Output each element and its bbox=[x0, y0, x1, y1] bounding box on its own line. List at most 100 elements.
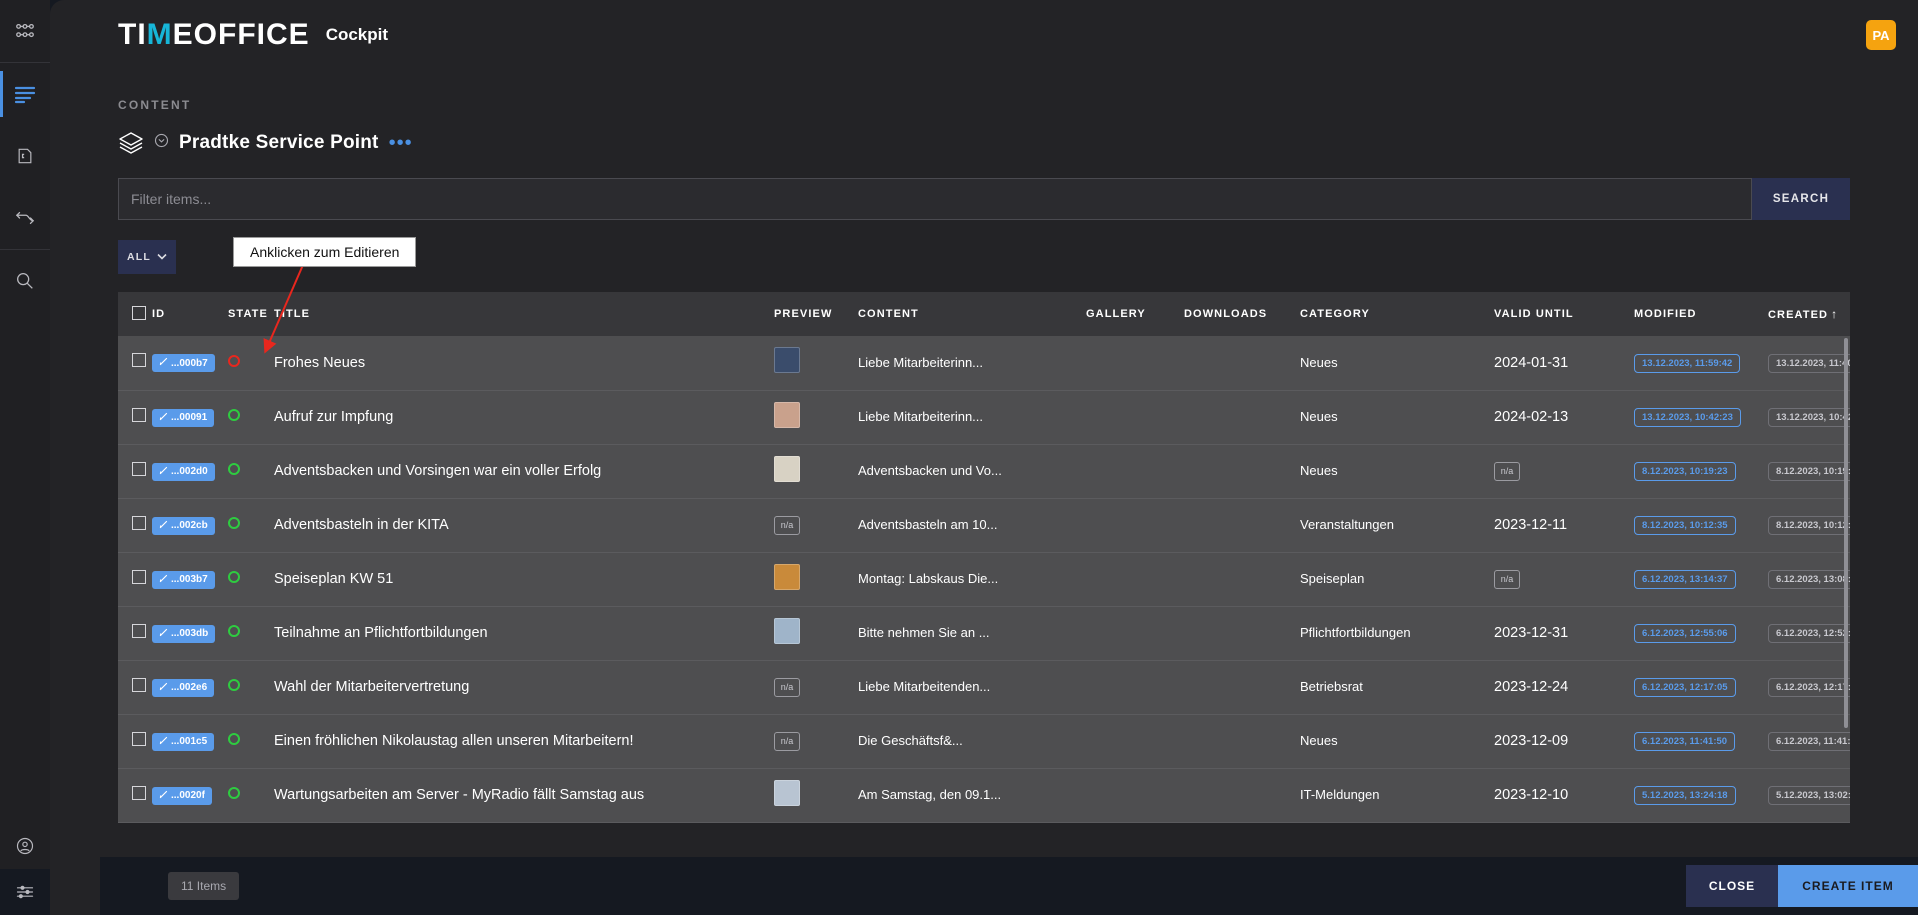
created-date-badge[interactable]: 5.12.2023, 13:02:01 bbox=[1768, 786, 1850, 805]
row-checkbox[interactable] bbox=[132, 677, 146, 692]
search-button[interactable]: SEARCH bbox=[1752, 178, 1850, 220]
row-title-text: Adventsbasteln in der KITA bbox=[274, 517, 449, 533]
table-row[interactable]: ...003db Teilnahme an Pflichtfortbildunge… bbox=[118, 606, 1850, 661]
table-row[interactable]: ...000b7 Frohes Neues Liebe Mitarbeiterinn… bbox=[118, 336, 1850, 391]
edit-id-badge[interactable]: ...002d0 bbox=[152, 462, 215, 481]
rail-item-nodes[interactable] bbox=[0, 0, 50, 62]
items-table-scroll[interactable]: ID STATE TITLE PREVIEW CONTENT GALLERY D… bbox=[118, 292, 1850, 823]
close-button[interactable]: CLOSE bbox=[1686, 865, 1778, 907]
row-checkbox[interactable] bbox=[132, 569, 146, 584]
preview-thumbnail[interactable] bbox=[774, 347, 800, 374]
created-date-badge[interactable]: 6.12.2023, 12:52:48 bbox=[1768, 624, 1850, 643]
created-date-badge[interactable]: 13.12.2023, 11:40:55 bbox=[1768, 353, 1850, 373]
modified-date-badge[interactable]: 13.12.2023, 11:59:42 bbox=[1634, 353, 1741, 373]
select-all-checkbox[interactable] bbox=[132, 305, 146, 320]
th-content[interactable]: CONTENT bbox=[858, 292, 1086, 336]
state-indicator-icon bbox=[228, 517, 240, 529]
row-title-cell: Speiseplan KW 51 bbox=[274, 552, 774, 607]
rail-item-swap[interactable] bbox=[0, 187, 50, 249]
row-checkbox[interactable] bbox=[132, 731, 146, 746]
th-modified[interactable]: MODIFIED bbox=[1634, 292, 1768, 336]
preview-thumbnail[interactable] bbox=[774, 617, 800, 644]
rail-item-settings[interactable] bbox=[0, 869, 50, 915]
page-menu-icon[interactable]: ••• bbox=[389, 133, 413, 153]
modified-date-badge[interactable]: 13.12.2023, 10:42:23 bbox=[1634, 408, 1741, 427]
modified-date-badge[interactable]: 5.12.2023, 13:24:18 bbox=[1634, 786, 1736, 805]
table-row[interactable]: ...001c5 Einen fröhlichen Nikolaustag all… bbox=[118, 714, 1850, 769]
search-input[interactable] bbox=[118, 178, 1752, 220]
modified-date-badge[interactable]: 6.12.2023, 11:41:50 bbox=[1634, 732, 1736, 751]
th-downloads[interactable]: DOWNLOADS bbox=[1184, 292, 1300, 336]
preview-thumbnail[interactable] bbox=[774, 455, 800, 482]
table-scrollbar[interactable] bbox=[1844, 338, 1848, 728]
th-preview[interactable]: PREVIEW bbox=[774, 292, 858, 336]
edit-id-badge[interactable]: ...002e6 bbox=[152, 678, 215, 697]
created-date-badge[interactable]: 13.12.2023, 10:42:06 bbox=[1768, 408, 1850, 427]
row-checkbox[interactable] bbox=[132, 353, 146, 368]
avatar[interactable]: PA bbox=[1866, 20, 1896, 50]
created-date-badge[interactable]: 8.12.2023, 10:19:18 bbox=[1768, 462, 1850, 481]
modified-date-badge[interactable]: 8.12.2023, 10:12:35 bbox=[1634, 516, 1736, 535]
table-row[interactable]: ...002e6 Wahl der Mitarbeitervertretung n/… bbox=[118, 660, 1850, 715]
preview-thumbnail[interactable] bbox=[774, 779, 800, 806]
row-checkbox[interactable] bbox=[132, 515, 146, 530]
edit-id-badge[interactable]: ...003b7 bbox=[152, 570, 215, 589]
row-checkbox[interactable] bbox=[132, 785, 146, 800]
rail-item-search[interactable] bbox=[0, 250, 50, 312]
edit-id-badge[interactable]: ...003db bbox=[152, 624, 216, 643]
edit-id-badge[interactable]: ...001c5 bbox=[152, 732, 215, 751]
row-downloads-cell bbox=[1184, 714, 1300, 769]
row-checkbox[interactable] bbox=[132, 407, 146, 422]
table-row[interactable]: ...0020f Wartungsarbeiten am Server - MyR… bbox=[118, 768, 1850, 823]
edit-id-badge[interactable]: ...0020f bbox=[152, 786, 212, 805]
modified-date-badge[interactable]: 6.12.2023, 12:55:06 bbox=[1634, 624, 1736, 643]
rail-item-account[interactable] bbox=[0, 823, 50, 869]
modified-date-badge[interactable]: 6.12.2023, 13:14:37 bbox=[1634, 570, 1736, 589]
search-icon bbox=[14, 270, 36, 292]
create-item-button[interactable]: CREATE ITEM bbox=[1778, 865, 1918, 907]
row-id-cell: ...003b7 bbox=[152, 552, 228, 607]
filter-all-button[interactable]: ALL bbox=[118, 240, 176, 274]
top-bar: TIMEOFFICE Cockpit PA bbox=[50, 0, 1918, 70]
created-date-badge[interactable]: 6.12.2023, 12:17:01 bbox=[1768, 678, 1850, 697]
main-panel: TIMEOFFICE Cockpit PA CONTENT Pradtke Se… bbox=[50, 0, 1918, 915]
collapse-icon[interactable] bbox=[154, 133, 169, 153]
row-checkbox[interactable] bbox=[132, 623, 146, 638]
row-gallery-cell bbox=[1086, 552, 1184, 607]
modified-date-badge[interactable]: 6.12.2023, 12:17:05 bbox=[1634, 678, 1736, 697]
preview-thumbnail[interactable] bbox=[774, 401, 800, 428]
th-valid-until[interactable]: VALID UNTIL bbox=[1494, 292, 1634, 336]
row-content-cell: Am Samstag, den 09.1... bbox=[858, 768, 1086, 823]
edit-id-badge[interactable]: ...00091 bbox=[152, 408, 215, 427]
row-preview-cell bbox=[774, 390, 858, 445]
preview-thumbnail[interactable] bbox=[774, 563, 800, 590]
created-date-badge[interactable]: 6.12.2023, 11:41:34 bbox=[1768, 732, 1850, 751]
table-row[interactable]: ...003b7 Speiseplan KW 51 Montag: Labskaus… bbox=[118, 552, 1850, 607]
created-date-badge[interactable]: 8.12.2023, 10:12:18 bbox=[1768, 516, 1850, 535]
rail-item-content[interactable] bbox=[0, 63, 50, 125]
created-date-badge[interactable]: 6.12.2023, 13:08:45 bbox=[1768, 570, 1850, 589]
table-row[interactable]: ...002d0 Adventsbacken und Vorsingen war … bbox=[118, 444, 1850, 499]
row-content-text: Adventsbasteln am 10... bbox=[858, 517, 998, 532]
row-modified-cell: 13.12.2023, 10:42:23 bbox=[1634, 390, 1768, 445]
th-state[interactable]: STATE bbox=[228, 292, 274, 336]
th-title[interactable]: TITLE bbox=[274, 292, 774, 336]
app-logo: TIMEOFFICE bbox=[118, 18, 310, 52]
rail-section-search bbox=[0, 250, 50, 312]
th-id[interactable]: ID bbox=[152, 292, 228, 336]
row-title-text: Wahl der Mitarbeitervertretung bbox=[274, 679, 470, 695]
rail-item-files[interactable] bbox=[0, 125, 50, 187]
edit-id-badge[interactable]: ...000b7 bbox=[152, 354, 215, 373]
edit-id-badge[interactable]: ...002cb bbox=[152, 516, 215, 535]
th-category[interactable]: CATEGORY bbox=[1300, 292, 1494, 336]
th-created[interactable]: CREATED ↑ bbox=[1768, 292, 1850, 336]
th-gallery[interactable]: GALLERY bbox=[1086, 292, 1184, 336]
row-checkbox[interactable] bbox=[132, 461, 146, 476]
row-valid-until-cell: 2023-12-09 bbox=[1494, 714, 1634, 769]
table-row[interactable]: ...002cb Adventsbasteln in der KITA n/a Adv… bbox=[118, 498, 1850, 553]
modified-date-badge[interactable]: 8.12.2023, 10:19:23 bbox=[1634, 462, 1736, 481]
row-modified-cell: 6.12.2023, 12:17:05 bbox=[1634, 660, 1768, 715]
app-subtitle: Cockpit bbox=[325, 25, 389, 44]
table-row[interactable]: ...00091 Aufruf zur Impfung Liebe Mitarbei… bbox=[118, 390, 1850, 445]
row-id-cell: ...002cb bbox=[152, 498, 228, 553]
